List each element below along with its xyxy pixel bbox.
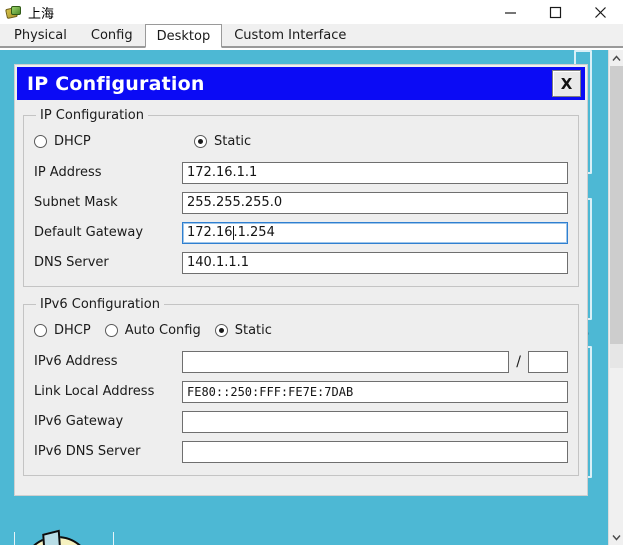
- ipv6-gateway-input[interactable]: [182, 410, 568, 433]
- ip-address-row: IP Address 172.16.1.1: [34, 159, 568, 186]
- ipv6-gateway-row: IPv6 Gateway: [34, 408, 568, 435]
- ipv6-dhcp-option[interactable]: DHCP: [34, 323, 91, 338]
- ipv6-auto-config-label: Auto Config: [124, 322, 201, 338]
- ip-address-input[interactable]: 172.16.1.1: [182, 161, 568, 184]
- link-local-address-input[interactable]: FE80::250:FFF:FE7E:7DAB: [182, 380, 568, 403]
- radio-icon-ipv4-static[interactable]: [194, 134, 207, 148]
- ipv4-static-label: Static: [214, 133, 252, 149]
- ipv6-dns-server-input[interactable]: [182, 440, 568, 463]
- ip-configuration-dialog: IP Configuration X IP Configuration DHCP: [14, 64, 588, 496]
- minimize-button[interactable]: [488, 0, 533, 24]
- ipv4-group-legend: IP Configuration: [40, 108, 144, 123]
- radio-icon-ipv6-dhcp[interactable]: [34, 323, 47, 337]
- ipv6-static-option[interactable]: Static: [214, 322, 272, 338]
- link-local-address-label: Link Local Address: [34, 384, 155, 399]
- ipv6-auto-config-option[interactable]: Auto Config: [104, 322, 201, 338]
- dialog-title: IP Configuration: [27, 72, 205, 95]
- tab-custom-interface[interactable]: Custom Interface: [222, 24, 359, 46]
- tab-desktop[interactable]: Desktop: [144, 24, 223, 48]
- ipv6-dns-server-row: IPv6 DNS Server: [34, 438, 568, 465]
- maximize-button[interactable]: [533, 0, 578, 24]
- subnet-mask-input[interactable]: 255.255.255.0: [182, 191, 568, 214]
- radio-icon-ipv6-static[interactable]: [214, 323, 228, 337]
- dialog-close-button[interactable]: X: [552, 70, 581, 97]
- ipv6-address-label: IPv6 Address: [34, 354, 118, 369]
- dialog-empty-area: [23, 486, 579, 545]
- default-gateway-value-after-caret: .1.254: [233, 225, 275, 240]
- dns-server-label: DNS Server: [34, 255, 109, 270]
- ipv4-dhcp-option[interactable]: DHCP: [34, 134, 194, 149]
- dns-server-input[interactable]: 140.1.1.1: [182, 251, 568, 274]
- ipv6-prefix-separator: /: [516, 353, 521, 370]
- ipv6-mode-radio-row: DHCP Auto Config Static: [34, 318, 568, 342]
- scroll-up-arrow-icon[interactable]: [609, 50, 623, 66]
- close-button[interactable]: [578, 0, 623, 24]
- link-local-address-row: Link Local Address FE80::250:FFF:FE7E:7D…: [34, 378, 568, 405]
- window-controls: [488, 0, 623, 24]
- device-icon: [5, 4, 21, 20]
- ipv6-static-label: Static: [234, 322, 272, 338]
- radio-icon-ipv6-auto-config[interactable]: [104, 323, 118, 337]
- ipv6-group-legend: IPv6 Configuration: [40, 297, 160, 312]
- ipv6-configuration-group: IPv6 Configuration DHCP Auto Config Stat…: [23, 297, 579, 476]
- ipv4-dhcp-label: DHCP: [54, 133, 91, 149]
- scrollbar-thumb-secondary[interactable]: [610, 344, 623, 368]
- desktop-canvas: · or IP Configuration X IP Configuration: [0, 50, 608, 545]
- ipv4-configuration-group: IP Configuration DHCP Static IP Address: [23, 108, 579, 287]
- subnet-mask-label: Subnet Mask: [34, 195, 118, 210]
- dialog-title-bar: IP Configuration X: [17, 67, 585, 100]
- ipv6-address-row: IPv6 Address /: [34, 348, 568, 375]
- tab-config[interactable]: Config: [78, 24, 145, 46]
- default-gateway-label: Default Gateway: [34, 225, 144, 240]
- device-tab-bar: Physical Config Desktop Custom Interface: [0, 24, 623, 48]
- ip-address-label: IP Address: [34, 165, 102, 180]
- scroll-down-arrow-icon[interactable]: [609, 529, 623, 545]
- dialog-body: IP Configuration DHCP Static IP Address: [15, 100, 587, 497]
- subnet-mask-row: Subnet Mask 255.255.255.0: [34, 189, 568, 216]
- window-title: 上海: [28, 6, 55, 22]
- tab-physical[interactable]: Physical: [2, 24, 79, 46]
- scrollbar-thumb[interactable]: [610, 66, 623, 344]
- ipv6-dhcp-label: DHCP: [54, 322, 91, 338]
- window-title-bar: 上海: [0, 0, 623, 24]
- ipv6-prefix-length-input[interactable]: [528, 350, 568, 373]
- radio-icon-ipv4-dhcp[interactable]: [34, 134, 47, 148]
- vertical-scrollbar[interactable]: [608, 50, 623, 545]
- default-gateway-value-before-caret: 172.16: [187, 225, 233, 240]
- ipv4-mode-radio-row: DHCP Static: [34, 129, 568, 153]
- ipv6-address-input[interactable]: [182, 350, 510, 373]
- application-window: 上海 Physical Config Desktop Custom Interf…: [0, 0, 623, 545]
- ipv4-static-option[interactable]: Static: [194, 134, 251, 149]
- ipv6-gateway-label: IPv6 Gateway: [34, 414, 124, 429]
- default-gateway-input[interactable]: 172.16.1.254: [182, 221, 568, 244]
- ipv6-dns-server-label: IPv6 DNS Server: [34, 444, 141, 459]
- default-gateway-row: Default Gateway 172.16.1.254: [34, 219, 568, 246]
- dns-server-row: DNS Server 140.1.1.1: [34, 249, 568, 276]
